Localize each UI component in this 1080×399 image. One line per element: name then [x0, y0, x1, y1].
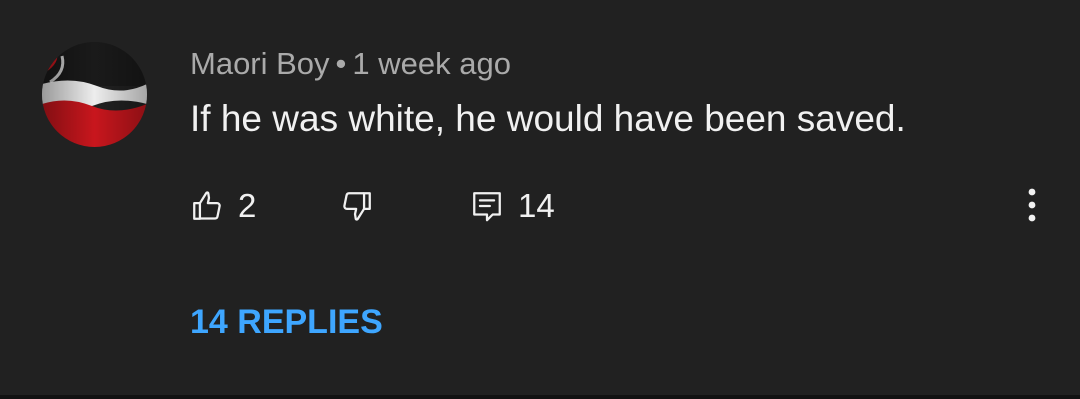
tino-rangatiratanga-flag-icon [42, 42, 147, 147]
like-count: 2 [238, 187, 257, 224]
like-button[interactable]: 2 [190, 186, 256, 226]
comment-text: If he was white, he would have been save… [190, 98, 906, 139]
avatar[interactable] [42, 42, 147, 147]
reply-count: 14 [518, 187, 555, 224]
reply-button[interactable]: 14 [470, 186, 555, 226]
comment-header: Maori Boy • 1 week ago [190, 44, 511, 84]
comment-icon [470, 189, 504, 223]
more-options-button[interactable] [1012, 180, 1052, 230]
view-replies-link[interactable]: 14 REPLIES [190, 300, 383, 344]
meta-separator: • [335, 46, 347, 81]
more-vertical-icon [1028, 188, 1036, 222]
thumbs-up-icon [190, 189, 224, 223]
thumbs-down-icon [340, 189, 374, 223]
dislike-button[interactable] [340, 186, 374, 226]
timestamp: 1 week ago [352, 46, 511, 81]
divider [0, 395, 1080, 399]
comment-item: Maori Boy • 1 week ago If he was white, he… [0, 0, 1080, 395]
author-name[interactable]: Maori Boy [190, 46, 330, 81]
